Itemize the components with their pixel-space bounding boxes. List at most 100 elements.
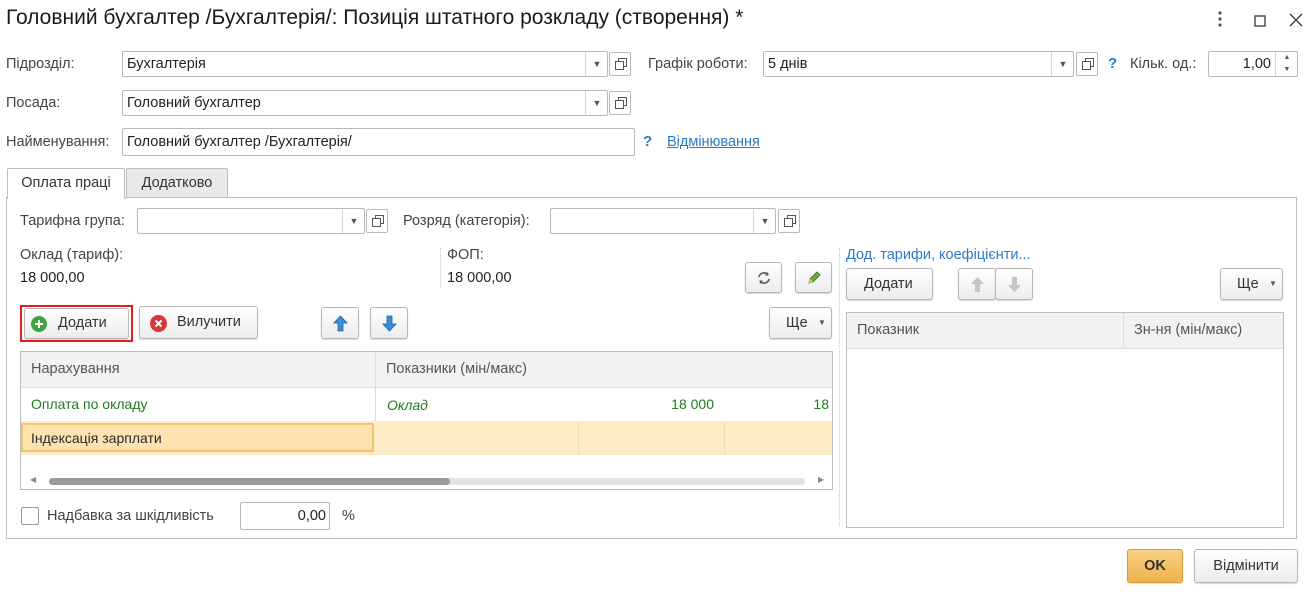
column-accrual[interactable]: Нарахування bbox=[31, 361, 120, 377]
hazard-checkbox[interactable] bbox=[21, 507, 39, 525]
chevron-down-icon[interactable]: ▼ bbox=[753, 209, 776, 233]
grid-header: Нарахування Показники (мін/макс) bbox=[21, 352, 832, 388]
help-icon[interactable]: ? bbox=[1108, 55, 1117, 72]
add-accrual-label: Додати bbox=[58, 315, 107, 331]
chevron-down-icon[interactable]: ▼ bbox=[342, 209, 365, 233]
cancel-label: Відмінити bbox=[1213, 558, 1279, 574]
arrow-down-icon bbox=[1008, 277, 1021, 292]
move-down-button[interactable] bbox=[995, 268, 1033, 300]
add-extra-rate-button[interactable]: Додати bbox=[846, 268, 933, 300]
column-indicators[interactable]: Показники (мін/макс) bbox=[386, 361, 527, 377]
column-separator bbox=[375, 352, 376, 387]
hazard-field[interactable]: 0,00 bbox=[240, 502, 330, 530]
salary-label: Оклад (тариф): bbox=[20, 247, 124, 263]
help-icon[interactable]: ? bbox=[643, 133, 652, 150]
extra-rates-grid[interactable]: Показник Зн-ня (мін/макс) bbox=[846, 312, 1284, 528]
arrow-down-icon bbox=[382, 315, 397, 332]
department-value: Бухгалтерія bbox=[127, 56, 206, 72]
accrual-cell: Оплата по окладу bbox=[31, 396, 148, 412]
scrollbar-thumb[interactable] bbox=[49, 478, 450, 485]
grid-header: Показник Зн-ня (мін/макс) bbox=[847, 313, 1283, 349]
column-separator bbox=[1123, 313, 1124, 348]
schedule-label: Графік роботи: bbox=[648, 56, 748, 72]
move-up-button[interactable] bbox=[321, 307, 359, 339]
schedule-value: 5 днів bbox=[768, 56, 808, 72]
ok-label: OK bbox=[1144, 558, 1166, 574]
tariff-group-label: Тарифна група: bbox=[20, 213, 125, 229]
declension-link[interactable]: Відмінювання bbox=[667, 134, 760, 150]
move-down-button[interactable] bbox=[370, 307, 408, 339]
units-stepper[interactable]: 1,00 ▲ ▼ bbox=[1208, 51, 1298, 77]
open-tariff-group-button[interactable] bbox=[366, 209, 388, 233]
refresh-button[interactable] bbox=[745, 262, 782, 293]
units-label: Кільк. од.: bbox=[1130, 56, 1197, 72]
open-schedule-button[interactable] bbox=[1076, 52, 1098, 76]
hazard-unit: % bbox=[342, 508, 355, 524]
tab-payment[interactable]: Оплата праці bbox=[7, 168, 125, 199]
chevron-down-icon[interactable]: ▼ bbox=[585, 91, 608, 115]
ok-button[interactable]: OK bbox=[1127, 549, 1183, 583]
rank-field[interactable]: ▼ bbox=[550, 208, 776, 234]
move-up-button[interactable] bbox=[958, 268, 996, 300]
chevron-down-icon: ▼ bbox=[1269, 279, 1277, 288]
rank-label: Розряд (категорія): bbox=[403, 213, 530, 229]
hazard-label: Надбавка за шкідливість bbox=[47, 508, 214, 524]
column-separator bbox=[578, 422, 579, 455]
accrual-cell: Індексація зарплати bbox=[31, 430, 162, 446]
column-indicator[interactable]: Показник bbox=[857, 322, 919, 338]
exclude-button[interactable]: Вилучити bbox=[139, 306, 258, 339]
department-field[interactable]: Бухгалтерія ▼ bbox=[122, 51, 608, 77]
column-value[interactable]: Зн-ня (мін/макс) bbox=[1134, 322, 1242, 338]
tab-additional[interactable]: Додатково bbox=[126, 168, 228, 198]
chevron-down-icon[interactable]: ▼ bbox=[585, 52, 608, 76]
exclude-label: Вилучити bbox=[177, 314, 241, 330]
divider bbox=[839, 248, 840, 526]
tariff-group-field[interactable]: ▼ bbox=[137, 208, 365, 234]
chevron-left-icon[interactable]: ◀ bbox=[30, 475, 36, 484]
more-vertical-icon[interactable] bbox=[1206, 8, 1234, 36]
chevron-down-icon[interactable]: ▼ bbox=[1051, 52, 1074, 76]
table-row[interactable]: Індексація зарплати bbox=[21, 422, 832, 455]
window-title: Головний бухгалтер /Бухгалтерія/: Позиці… bbox=[6, 6, 744, 29]
edit-button[interactable] bbox=[795, 262, 832, 293]
maximize-icon[interactable] bbox=[1246, 8, 1274, 36]
accruals-grid[interactable]: Нарахування Показники (мін/макс) Оплата … bbox=[20, 351, 833, 490]
position-field[interactable]: Головний бухгалтер ▼ bbox=[122, 90, 608, 116]
max-cell: 18 bbox=[813, 396, 829, 412]
pencil-icon bbox=[808, 271, 821, 284]
horizontal-scrollbar[interactable]: ◀ ▶ bbox=[21, 473, 832, 489]
units-value: 1,00 bbox=[1242, 56, 1271, 72]
column-separator bbox=[724, 422, 725, 455]
more-button[interactable]: Ще ▼ bbox=[769, 307, 832, 339]
position-value: Головний бухгалтер bbox=[127, 95, 261, 111]
name-field[interactable]: Головний бухгалтер /Бухгалтерія/ bbox=[122, 128, 635, 156]
open-position-button[interactable] bbox=[609, 91, 631, 115]
scrollbar-track[interactable] bbox=[49, 478, 805, 485]
more-label: Ще bbox=[786, 315, 808, 331]
refresh-icon bbox=[758, 272, 770, 284]
min-cell: 18 000 bbox=[671, 396, 714, 412]
arrow-up-icon bbox=[333, 315, 348, 332]
add-extra-rate-label: Додати bbox=[864, 276, 913, 292]
plus-circle-icon bbox=[31, 316, 47, 332]
active-cell[interactable]: Індексація зарплати bbox=[21, 423, 374, 452]
schedule-field[interactable]: 5 днів ▼ bbox=[763, 51, 1074, 77]
more-button[interactable]: Ще ▼ bbox=[1220, 268, 1283, 300]
indicator-cell: Оклад bbox=[387, 397, 428, 413]
table-row[interactable]: Оплата по окладу Оклад 18 000 18 bbox=[21, 387, 832, 422]
close-icon[interactable] bbox=[1282, 8, 1310, 36]
stepper-arrows-icon[interactable]: ▲ ▼ bbox=[1275, 52, 1298, 76]
open-department-button[interactable] bbox=[609, 52, 631, 76]
divider bbox=[440, 248, 441, 288]
more-label: Ще bbox=[1237, 276, 1259, 292]
add-accrual-button[interactable]: Додати bbox=[24, 308, 129, 339]
hazard-value: 0,00 bbox=[297, 508, 326, 524]
open-rank-button[interactable] bbox=[778, 209, 800, 233]
name-label: Найменування: bbox=[6, 134, 110, 150]
extra-rates-link[interactable]: Дод. тарифи, коефіцієнти... bbox=[846, 247, 1031, 263]
chevron-right-icon[interactable]: ▶ bbox=[818, 475, 824, 484]
cancel-button[interactable]: Відмінити bbox=[1194, 549, 1298, 583]
column-separator bbox=[375, 387, 376, 421]
fop-label: ФОП: bbox=[447, 247, 484, 263]
remove-circle-icon bbox=[150, 315, 167, 332]
